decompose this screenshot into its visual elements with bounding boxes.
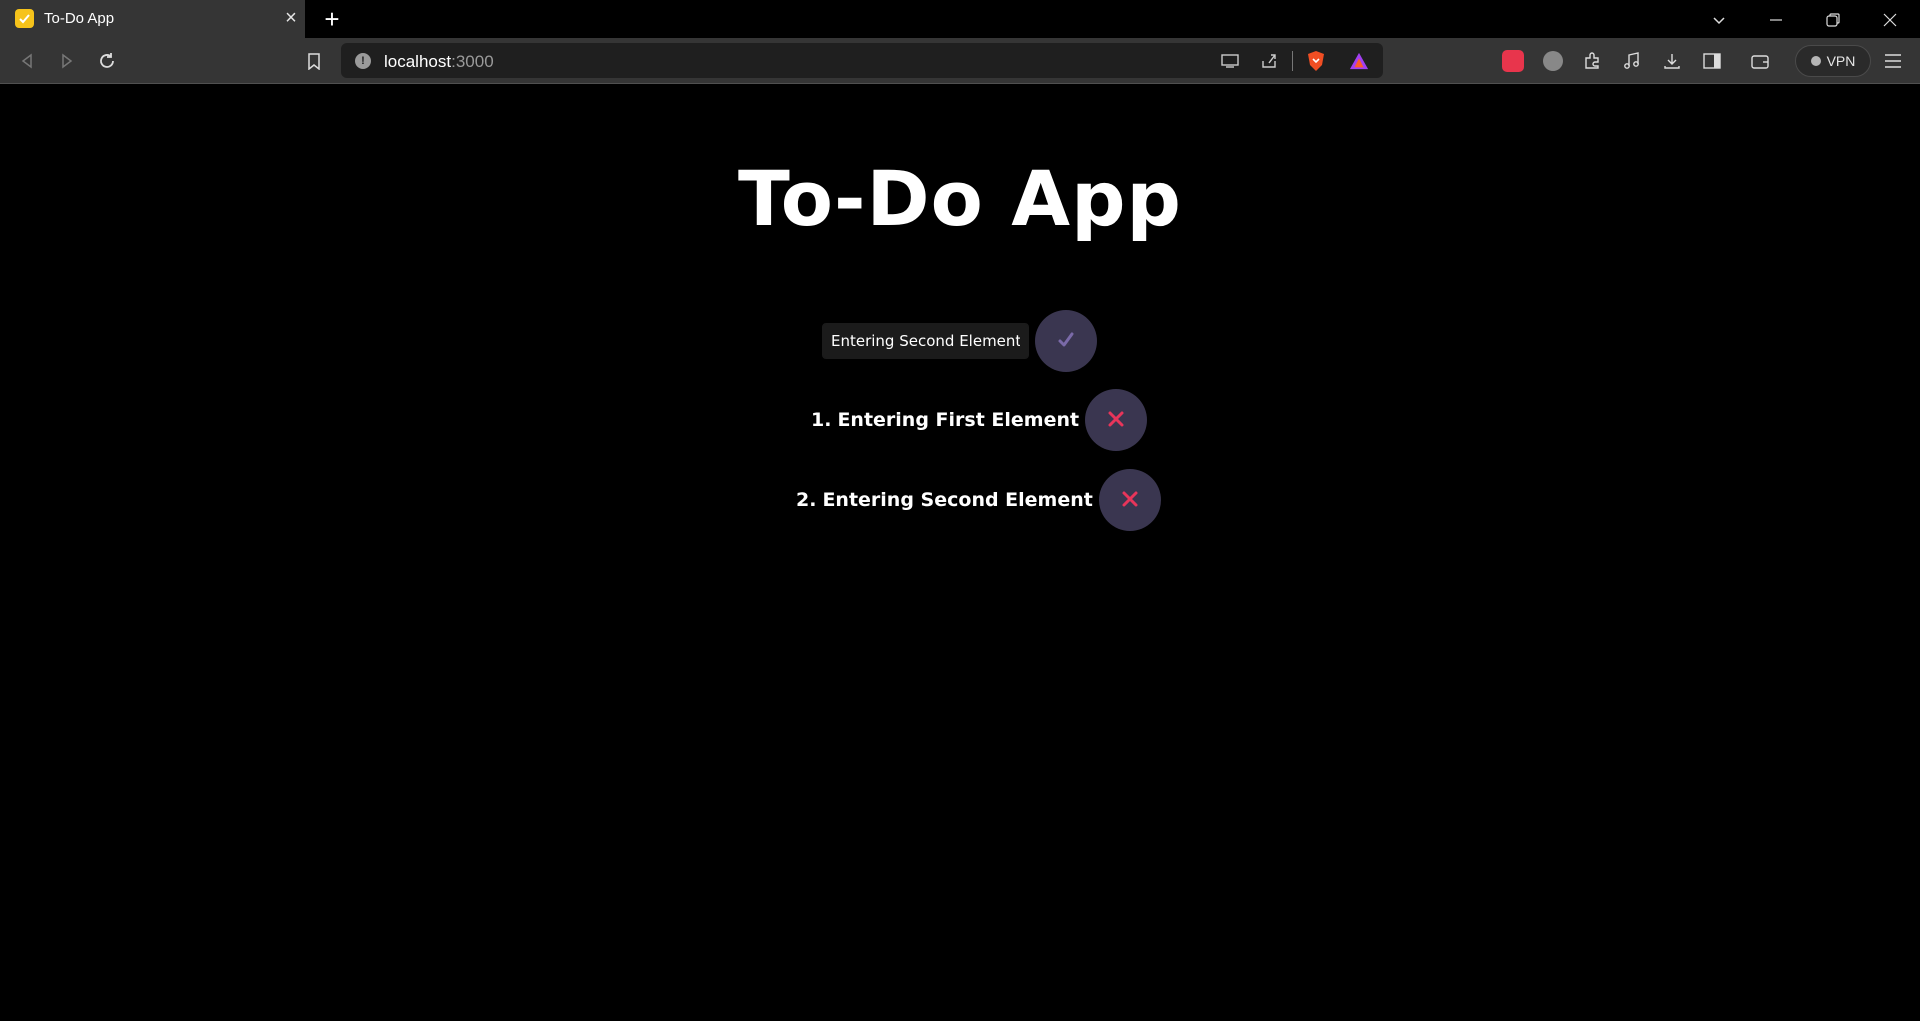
back-icon[interactable] bbox=[14, 48, 40, 74]
url-divider bbox=[1292, 51, 1293, 71]
url-text[interactable]: localhost:3000 bbox=[384, 52, 494, 72]
wallet-icon[interactable] bbox=[1747, 48, 1773, 74]
minimize-icon[interactable] bbox=[1762, 6, 1790, 34]
delete-todo-button[interactable] bbox=[1098, 469, 1161, 531]
media-music-icon[interactable] bbox=[1619, 48, 1645, 74]
close-tab-icon[interactable]: × bbox=[281, 8, 301, 28]
close-icon bbox=[1121, 490, 1139, 511]
tab-title: To-Do App bbox=[44, 10, 115, 27]
reload-icon[interactable] bbox=[94, 48, 120, 74]
todo-number: 1. bbox=[811, 409, 832, 431]
speed-extension-icon[interactable] bbox=[1540, 48, 1566, 74]
tab-search-icon[interactable] bbox=[1705, 6, 1733, 34]
checkmark-icon bbox=[1057, 331, 1075, 352]
bookmark-icon[interactable] bbox=[301, 48, 327, 74]
vpn-label: VPN bbox=[1826, 53, 1856, 69]
forward-icon[interactable] bbox=[54, 48, 80, 74]
checkmark-icon bbox=[15, 9, 34, 28]
add-todo-button[interactable] bbox=[1035, 310, 1097, 372]
todo-text: Entering First Element bbox=[837, 409, 1080, 431]
brave-shields-icon[interactable] bbox=[1306, 51, 1326, 71]
cast-icon[interactable] bbox=[1220, 51, 1240, 71]
close-window-icon[interactable] bbox=[1876, 6, 1904, 34]
url-host: localhost bbox=[384, 52, 452, 71]
sidebar-icon[interactable] bbox=[1699, 48, 1725, 74]
share-icon[interactable] bbox=[1259, 51, 1279, 71]
url-port: :3000 bbox=[451, 52, 494, 71]
site-info-icon[interactable]: ! bbox=[355, 53, 371, 69]
brave-rewards-icon[interactable] bbox=[1349, 51, 1369, 71]
browser-toolbar: ! localhost:3000 VPN bbox=[0, 38, 1920, 84]
tab-strip: To-Do App × + bbox=[0, 0, 1920, 38]
browser-tab[interactable]: To-Do App × bbox=[0, 0, 305, 38]
page-content: To-Do App 1. Entering First Element 2. E… bbox=[0, 84, 1920, 1021]
close-icon bbox=[1107, 410, 1125, 431]
address-bar[interactable]: ! localhost:3000 bbox=[341, 43, 1383, 78]
vpn-button[interactable]: VPN bbox=[1795, 45, 1871, 77]
vpn-status-icon bbox=[1810, 56, 1821, 66]
todo-text: Entering Second Element bbox=[822, 489, 1093, 511]
todo-input[interactable] bbox=[822, 323, 1029, 359]
new-tab-button[interactable]: + bbox=[318, 6, 346, 34]
menu-icon[interactable] bbox=[1880, 48, 1906, 74]
extension-red-icon[interactable] bbox=[1500, 48, 1526, 74]
extensions-puzzle-icon[interactable] bbox=[1579, 48, 1605, 74]
list-item: 2. Entering Second Element bbox=[796, 469, 1161, 531]
restore-icon[interactable] bbox=[1819, 6, 1847, 34]
app-title: To-Do App bbox=[738, 154, 1182, 243]
delete-todo-button[interactable] bbox=[1085, 389, 1148, 451]
todo-number: 2. bbox=[796, 489, 817, 511]
add-todo-form bbox=[822, 310, 1097, 372]
list-item: 1. Entering First Element bbox=[811, 389, 1148, 451]
download-icon[interactable] bbox=[1659, 48, 1685, 74]
